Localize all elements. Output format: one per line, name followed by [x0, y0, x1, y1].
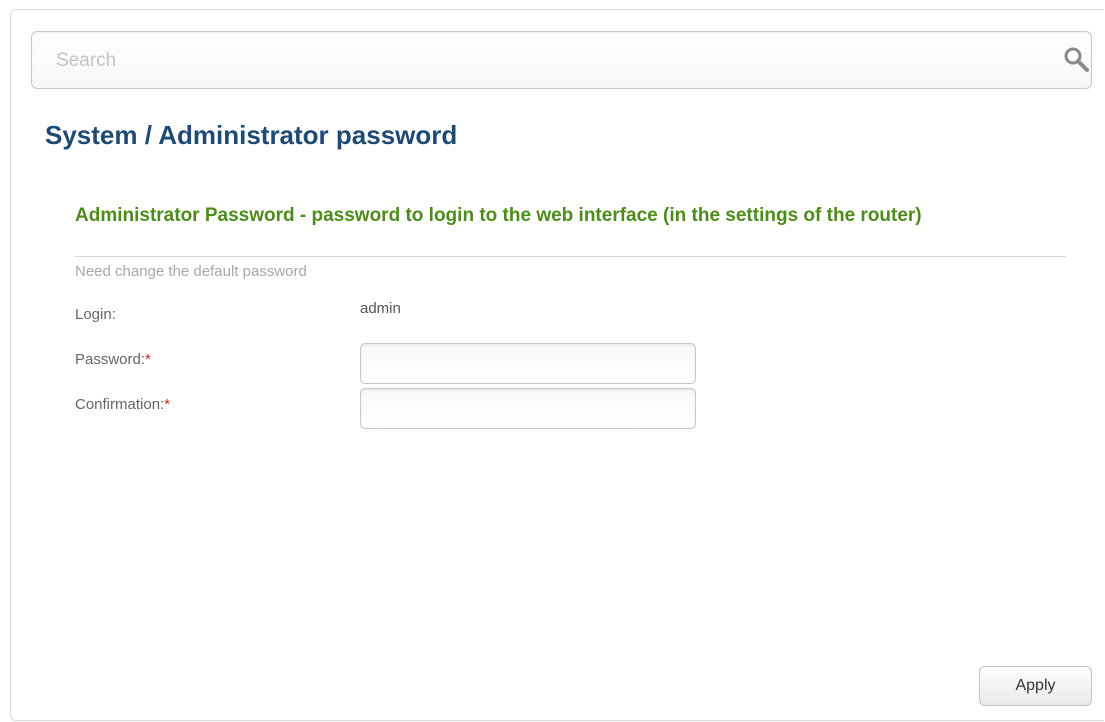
breadcrumb-current: Administrator password	[158, 120, 458, 150]
search-bar[interactable]	[31, 31, 1092, 90]
section-divider	[75, 256, 1066, 257]
password-label: Password:*	[75, 351, 151, 368]
search-input[interactable]	[54, 32, 1018, 90]
section-title: Administrator Password - password to log…	[75, 205, 922, 226]
section-hint: Need change the default password	[75, 263, 307, 280]
login-label: Login:	[75, 306, 116, 323]
password-label-text: Password:	[75, 351, 146, 368]
page-title: System / Administrator password	[45, 120, 457, 151]
confirmation-label-text: Confirmation:	[75, 396, 165, 413]
required-mark: *	[164, 396, 171, 413]
password-field[interactable]	[360, 343, 696, 384]
required-mark: *	[145, 351, 151, 368]
confirmation-label: Confirmation:*	[75, 396, 170, 413]
confirmation-field[interactable]	[360, 388, 696, 429]
apply-button[interactable]: Apply	[979, 666, 1092, 706]
breadcrumb-parent: System	[45, 120, 138, 150]
login-value: admin	[360, 300, 401, 317]
breadcrumb-separator: /	[137, 120, 159, 150]
search-icon[interactable]	[1062, 45, 1092, 75]
